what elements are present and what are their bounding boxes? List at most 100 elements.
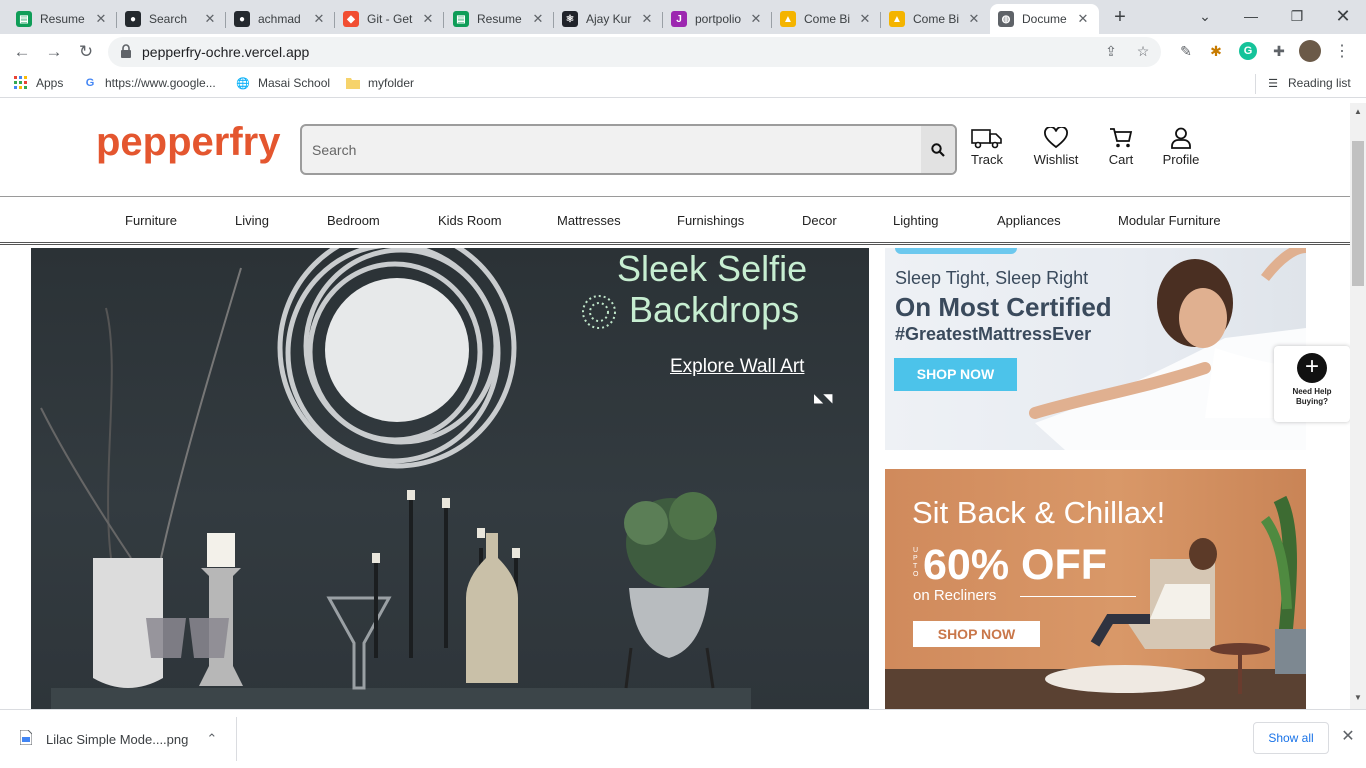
search-box xyxy=(300,124,957,175)
browser-tab[interactable]: ▲ Come Bi ✕ xyxy=(772,4,881,34)
tab-close-icon[interactable]: ✕ xyxy=(966,11,982,27)
tab-search-icon[interactable]: ⌄ xyxy=(1182,0,1228,32)
tab-close-icon[interactable]: ✕ xyxy=(857,11,873,27)
browser-tab[interactable]: Jportpolio ✕ xyxy=(663,4,772,34)
recliner-banner[interactable]: Sit Back & Chillax! UPTO 60% OFF on Recl… xyxy=(885,469,1306,709)
browser-tab[interactable]: ● Search ✕ xyxy=(117,4,226,34)
truck-icon xyxy=(971,129,1002,149)
user-icon xyxy=(1171,127,1191,149)
apps-grid-icon xyxy=(14,76,28,90)
back-icon[interactable]: ← xyxy=(8,38,36,66)
mattress-line2: On Most Certified xyxy=(895,292,1112,322)
banner-headline-2: Backdrops xyxy=(629,289,800,330)
download-filename: Lilac Simple Mode....png xyxy=(46,731,189,747)
browser-tab[interactable]: ● achmad ✕ xyxy=(226,4,335,34)
search-icon xyxy=(931,142,945,157)
scrollbar-thumb[interactable] xyxy=(1352,141,1364,286)
eyedropper-extension-icon[interactable]: ✎ xyxy=(1175,40,1197,62)
tab-close-icon[interactable]: ✕ xyxy=(93,11,109,27)
file-icon xyxy=(19,729,33,748)
show-all-button[interactable]: Show all xyxy=(1253,722,1329,754)
profile-label: Profile xyxy=(1162,152,1200,167)
category-living[interactable]: Living xyxy=(235,213,269,228)
track-label: Track xyxy=(970,152,1004,167)
banner-headline-1: Sleek Selfie xyxy=(617,248,808,289)
tab-close-icon[interactable]: ✕ xyxy=(639,11,655,27)
menu-kebab-icon[interactable]: ⋮ xyxy=(1331,40,1353,62)
tab-close-icon[interactable]: ✕ xyxy=(420,11,436,27)
browser-tab[interactable]: ◆ Git - Get ✕ xyxy=(335,4,444,34)
category-kids-room[interactable]: Kids Room xyxy=(438,213,502,228)
recliner-line1: Sit Back & Chillax! xyxy=(912,495,1166,530)
tab-title: Docume xyxy=(1022,12,1067,26)
bug-extension-icon[interactable]: ✱ xyxy=(1205,40,1227,62)
scroll-down-icon[interactable]: ▼ xyxy=(1354,693,1362,702)
globe-icon: 🌐 xyxy=(236,77,250,90)
recliner-line3: on Recliners xyxy=(913,587,997,604)
pepperfry-logo[interactable]: pepperfry xyxy=(96,120,281,165)
bookmark-masai-school[interactable]: 🌐 Masai School xyxy=(236,76,330,90)
track-button[interactable]: Track xyxy=(969,127,1005,167)
bookmark-myfolder[interactable]: myfolder xyxy=(346,76,414,90)
tab-title: Come Bi xyxy=(804,12,851,26)
page-scrollbar[interactable]: ▲ ▼ xyxy=(1350,103,1366,709)
category-furniture[interactable]: Furniture xyxy=(125,213,177,228)
browser-tab[interactable]: ◍ Docume ✕ xyxy=(990,4,1099,34)
tab-close-icon[interactable]: ✕ xyxy=(748,11,764,27)
tab-close-icon[interactable]: ✕ xyxy=(311,11,327,27)
reload-icon[interactable]: ↻ xyxy=(72,38,100,66)
restore-button[interactable]: ❐ xyxy=(1274,0,1320,32)
browser-tab[interactable]: ⚛ Ajay Kur ✕ xyxy=(554,4,663,34)
mattress-shop-now-button[interactable]: SHOP NOW xyxy=(894,358,1017,391)
search-input[interactable] xyxy=(302,126,902,173)
close-window-button[interactable]: ✕ xyxy=(1320,0,1366,32)
tab-title: Git - Get xyxy=(367,12,413,26)
category-modular-furniture[interactable]: Modular Furniture xyxy=(1118,213,1221,228)
lock-icon xyxy=(120,43,132,61)
category-appliances[interactable]: Appliances xyxy=(997,213,1061,228)
browser-tab[interactable]: ▤ Resume ✕ xyxy=(445,4,554,34)
extensions-puzzle-icon[interactable]: ✚ xyxy=(1268,40,1290,62)
close-icon[interactable]: ✕ xyxy=(1339,728,1357,746)
tab-title: achmad xyxy=(258,12,301,26)
bookmark-apps[interactable]: Apps xyxy=(14,76,63,90)
category-decor[interactable]: Decor xyxy=(802,213,837,228)
chevron-up-icon[interactable]: ⌃ xyxy=(206,731,217,747)
need-help-widget[interactable]: + Need Help Buying? xyxy=(1274,346,1350,422)
browser-tab[interactable]: ▤ Resume ✕ xyxy=(8,4,117,34)
grammarly-icon[interactable]: G xyxy=(1237,40,1259,62)
tab-close-icon[interactable]: ✕ xyxy=(202,11,218,27)
new-tab-button[interactable]: + xyxy=(1108,6,1132,30)
category-furnishings[interactable]: Furnishings xyxy=(677,213,744,228)
tab-strip: ▤ Resume ✕ ● Search ✕ ● achmad ✕ ◆ Git - Get ✕ ▤ Resu… xyxy=(0,0,1366,34)
minimize-button[interactable]: — xyxy=(1228,0,1274,32)
category-bedroom[interactable]: Bedroom xyxy=(327,213,380,228)
help-line2: Buying? xyxy=(1296,397,1328,406)
download-item[interactable]: Lilac Simple Mode....png ⌃ xyxy=(0,717,237,761)
download-bar: Lilac Simple Mode....png ⌃ Show all ✕ xyxy=(0,709,1366,768)
category-mattresses[interactable]: Mattresses xyxy=(557,213,621,228)
tab-title: Ajay Kur xyxy=(586,12,632,26)
forward-icon[interactable]: → xyxy=(40,38,68,66)
browser-tab[interactable]: ▲ Come Bi ✕ xyxy=(881,4,990,34)
tab-close-icon[interactable]: ✕ xyxy=(1075,11,1091,27)
cart-button[interactable]: Cart xyxy=(1105,127,1137,167)
recliner-shop-now-button[interactable]: SHOP NOW xyxy=(913,621,1040,647)
wall-art-banner[interactable]: Sleek Selfie Backdrops Explore Wall Art … xyxy=(31,248,869,709)
heart-icon xyxy=(1044,127,1068,149)
share-icon[interactable]: ⇪ xyxy=(1102,43,1120,61)
tab-close-icon[interactable]: ✕ xyxy=(530,11,546,27)
bookmark-star-icon[interactable]: ☆ xyxy=(1134,43,1152,61)
wishlist-button[interactable]: Wishlist xyxy=(1030,127,1082,167)
search-button[interactable] xyxy=(921,126,955,173)
reading-list-button[interactable]: ☰ Reading list xyxy=(1266,76,1351,90)
plus-icon: + xyxy=(1297,353,1327,383)
bookmark-google[interactable]: G https://www.google... xyxy=(83,76,216,90)
scroll-up-icon[interactable]: ▲ xyxy=(1354,107,1362,116)
explore-wall-art-link[interactable]: Explore Wall Art xyxy=(670,356,804,378)
avatar[interactable] xyxy=(1299,40,1321,62)
address-bar[interactable]: pepperfry-ochre.vercel.app ⇪ ☆ xyxy=(108,37,1161,67)
mattress-banner[interactable]: Sleep Tight, Sleep Right On Most Certifi… xyxy=(885,248,1306,450)
profile-button[interactable]: Profile xyxy=(1160,127,1202,167)
category-lighting[interactable]: Lighting xyxy=(893,213,939,228)
